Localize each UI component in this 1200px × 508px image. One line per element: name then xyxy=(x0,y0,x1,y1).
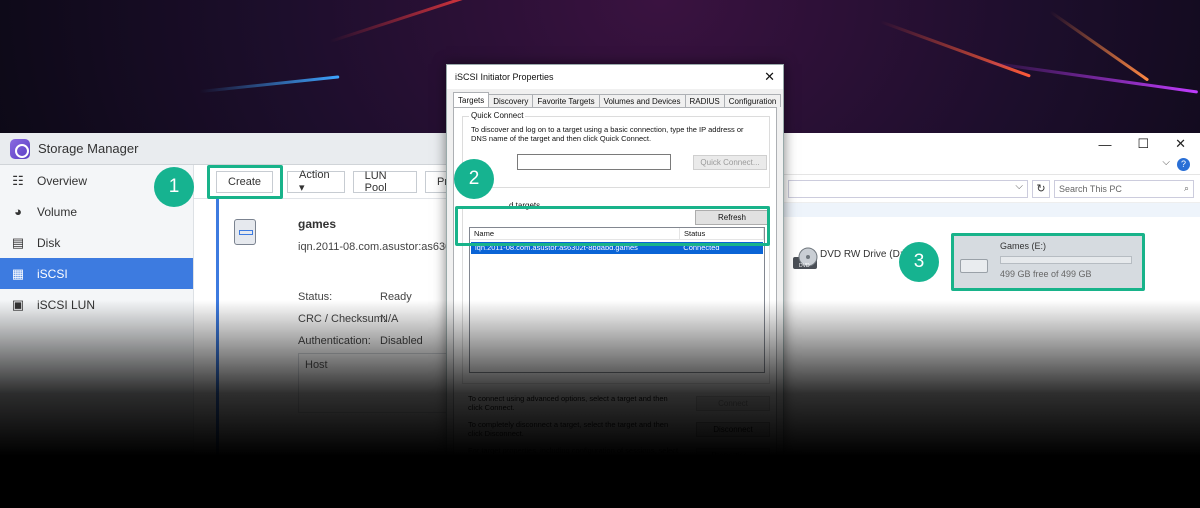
host-header: Host xyxy=(305,359,328,371)
file-explorer-window: — ☐ ✕ ⌵ ? ↻ Search This PC ⌕ DVD DVD RW … xyxy=(782,133,1200,508)
iscsi-target-icon xyxy=(234,219,256,245)
dialog-titlebar: iSCSI Initiator Properties ✕ xyxy=(447,65,783,89)
quick-connect-group: Quick Connect To discover and log on to … xyxy=(462,111,770,188)
crc-value: N/A xyxy=(380,313,399,325)
address-row: ↻ Search This PC ⌕ xyxy=(782,175,1200,203)
disconnect-button[interactable]: Disconnect xyxy=(696,422,770,437)
callout-box-target xyxy=(455,206,770,246)
status-value: Ready xyxy=(380,291,412,303)
target-accent-bar xyxy=(216,199,219,508)
search-placeholder: Search This PC xyxy=(1059,183,1122,194)
iscsi-initiator-dialog: iSCSI Initiator Properties ✕ Targets Dis… xyxy=(446,64,784,508)
storage-manager-titlebar: Storage Manager xyxy=(0,133,460,165)
step-badge-2: 2 xyxy=(454,159,494,199)
sidebar-item-label: Disk xyxy=(37,235,61,250)
crc-label: CRC / Checksum: xyxy=(298,313,387,325)
chevron-down-icon[interactable]: ⌵ xyxy=(1162,157,1170,168)
svg-text:DVD: DVD xyxy=(799,263,810,269)
light-streak xyxy=(199,75,340,93)
iscsi-lun-icon: ▣ xyxy=(11,296,25,312)
search-icon: ⌕ xyxy=(1183,183,1189,193)
minimize-button[interactable]: — xyxy=(1098,137,1111,152)
callout-box-create xyxy=(207,165,283,199)
main-panel: Create Action ▾ LUN Pool Pr games iqn.20… xyxy=(194,165,460,508)
step-badge-3: 3 xyxy=(899,242,939,282)
tab-volumes-and-devices[interactable]: Volumes and Devices xyxy=(598,94,686,107)
address-bar[interactable] xyxy=(788,179,1028,198)
tab-discovery[interactable]: Discovery xyxy=(488,94,534,107)
crc-row: CRC / Checksum: N/A xyxy=(298,313,398,325)
refresh-icon[interactable]: ↻ xyxy=(1032,179,1050,198)
targets-panel: Quick Connect To discover and log on to … xyxy=(453,107,777,508)
connect-button[interactable]: Connect xyxy=(696,396,770,411)
navigation-strip xyxy=(782,203,1200,217)
sidebar-item-label: iSCSI xyxy=(37,266,68,281)
sidebar-item-iscsi[interactable]: ▦ iSCSI xyxy=(0,258,193,289)
host-table: Host xyxy=(298,353,458,413)
step-badge-1: 1 xyxy=(154,167,194,207)
properties-button[interactable]: Properties... xyxy=(696,448,770,463)
maximize-button[interactable]: ☐ xyxy=(1137,136,1149,152)
volume-icon: ◕ xyxy=(14,204,22,219)
lun-pool-button[interactable]: LUN Pool xyxy=(352,170,417,194)
light-streak xyxy=(329,0,502,43)
storage-manager-logo-icon xyxy=(10,138,30,159)
action-button[interactable]: Action ▾ xyxy=(287,169,345,194)
callout-box-drive xyxy=(951,233,1145,291)
dialog-tabs: Targets Discovery Favorite Targets Volum… xyxy=(453,92,782,107)
dvd-drive-label[interactable]: DVD RW Drive (D:) xyxy=(820,249,906,260)
target-iqn: iqn.2011-08.com.asustor:as6302t xyxy=(298,241,461,253)
target-input[interactable] xyxy=(517,154,671,170)
disk-icon: ▤ xyxy=(11,234,25,250)
sidebar-item-label: iSCSI LUN xyxy=(37,297,96,312)
status-label: Status: xyxy=(298,291,333,303)
close-button[interactable]: ✕ xyxy=(1175,136,1186,152)
tab-targets[interactable]: Targets xyxy=(453,92,490,107)
sidebar-item-label: Overview xyxy=(37,173,88,188)
overview-icon: ☷ xyxy=(12,172,24,188)
light-streak xyxy=(979,60,1199,94)
sidebar-item-iscsi-lun[interactable]: ▣ iSCSI LUN xyxy=(0,289,193,320)
window-caption-buttons: — ☐ ✕ xyxy=(782,133,1200,155)
authentication-row: Authentication: Disabled xyxy=(298,335,423,347)
ribbon: ⌵ ? xyxy=(782,155,1200,175)
sidebar-item-label: Volume xyxy=(37,204,78,219)
properties-info: For target properties, including configu… xyxy=(468,446,679,464)
tab-favorite-targets[interactable]: Favorite Targets xyxy=(532,94,600,107)
dvd-drive-icon: DVD xyxy=(793,247,818,269)
quick-connect-label: Quick Connect xyxy=(469,111,526,120)
connect-info: To connect using advanced options, selec… xyxy=(468,394,668,412)
sidebar-item-disk[interactable]: ▤ Disk xyxy=(0,227,193,258)
disconnect-info: To completely disconnect a target, selec… xyxy=(468,420,669,438)
tab-configuration[interactable]: Configuration xyxy=(723,94,782,107)
close-icon[interactable]: ✕ xyxy=(764,69,775,85)
dialog-title: iSCSI Initiator Properties xyxy=(455,72,554,82)
tab-radius[interactable]: RADIUS xyxy=(684,94,725,107)
status-row: Status: Ready xyxy=(298,291,412,303)
iscsi-icon: ▦ xyxy=(11,265,25,281)
devices-info: For configuration of devices associated … xyxy=(468,472,665,481)
authentication-value: Disabled xyxy=(380,335,423,347)
authentication-label: Authentication: xyxy=(298,335,371,347)
quick-connect-button[interactable]: Quick Connect... xyxy=(693,155,767,170)
help-icon[interactable]: ? xyxy=(1177,158,1190,171)
search-input[interactable]: Search This PC ⌕ xyxy=(1054,179,1194,198)
quick-connect-description: To discover and log on to a target using… xyxy=(471,125,744,143)
sidebar: ☷ Overview ◕ Volume ▤ Disk ▦ iSCSI ▣ iSC… xyxy=(0,165,194,508)
discovered-targets-list: Name Status iqn.2011-08.com.asustor:as63… xyxy=(469,227,765,373)
window-title: Storage Manager xyxy=(38,141,139,156)
light-streak xyxy=(879,20,1031,78)
target-name: games xyxy=(298,217,337,231)
